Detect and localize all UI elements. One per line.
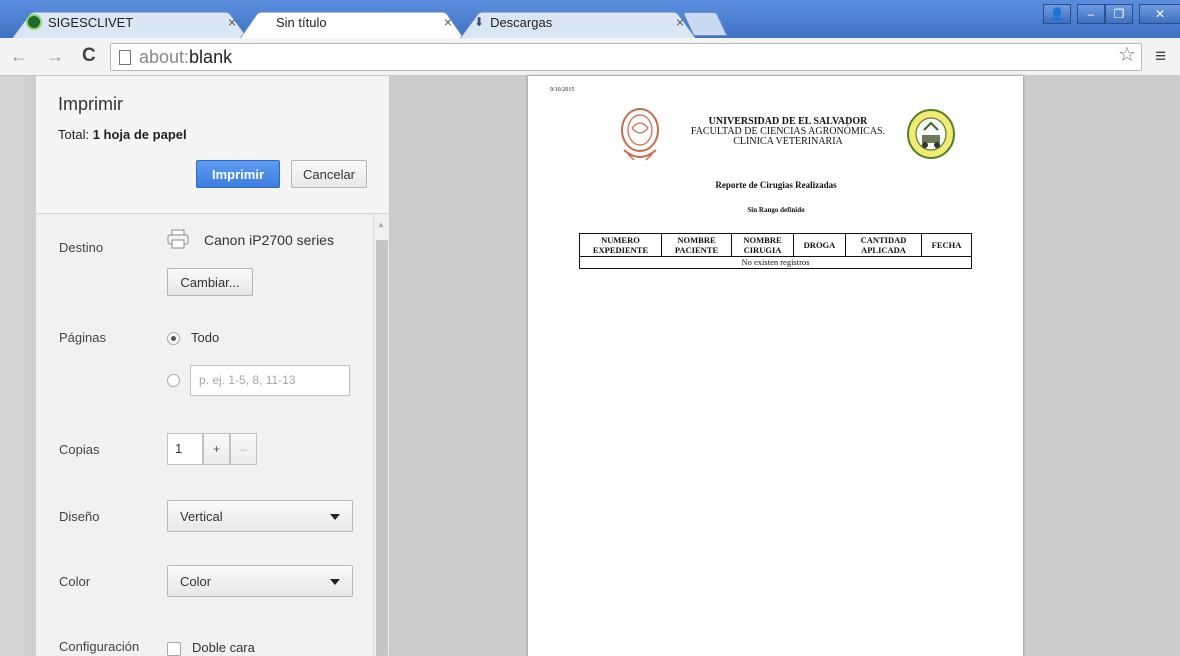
reload-icon[interactable]: C [82,45,96,67]
user-icon[interactable]: 👤 [1043,4,1071,24]
url-text: about:blank [139,47,233,67]
forward-arrow-icon[interactable]: → [46,46,64,67]
copies-increment-button[interactable]: + [203,433,230,465]
layout-select[interactable]: Vertical [167,500,353,532]
close-tab-icon[interactable]: × [444,14,452,30]
print-button[interactable]: Imprimir [196,160,280,188]
pages-all-radio[interactable] [167,332,180,345]
minimize-button[interactable]: – [1077,4,1105,24]
back-arrow-icon[interactable]: ← [10,46,28,67]
options-label: Configuración [59,639,140,654]
preview-page: 9/10/2015 UNIVERSIDAD DE EL SALVADOR FAC… [528,76,1023,656]
destination-label: Destino [59,240,104,255]
col-droga: DROGA [793,233,846,257]
download-icon: ⬇ [474,15,485,29]
tab-label: SIGESCLIVET [48,14,134,30]
duplex-label: Doble cara [192,640,255,655]
empty-message: No existen registros [579,256,972,269]
print-date: 9/10/2015 [550,87,575,93]
faculty-seal-icon [907,109,955,159]
menu-icon[interactable]: ≡ [1155,46,1166,68]
close-tab-icon[interactable]: × [676,14,684,30]
tab-label: Descargas [490,14,553,30]
university-seal-icon [621,108,659,161]
copies-decrement-button[interactable]: – [230,433,257,465]
sheet-total: Total: 1 hoja de papel [58,127,187,142]
table-row: No existen registros [579,256,972,269]
maximize-button[interactable]: ❐ [1105,4,1133,24]
bookmark-star-icon[interactable]: ☆ [1118,42,1136,67]
tab-descargas[interactable]: ⬇ Descargas × [460,6,696,38]
cancel-button[interactable]: Cancelar [291,160,367,188]
left-frame-edge [0,76,24,656]
printer-icon [167,229,189,249]
sidebar-scrollbar[interactable]: ▲ [373,214,389,656]
col-cantidad-aplicada: CANTIDAD APLICADA [845,233,922,257]
duplex-checkbox[interactable] [167,642,181,656]
pages-range-input[interactable]: p. ej. 1-5, 8, 11-13 [190,365,350,396]
copies-label: Copias [59,442,100,457]
tab-sin-titulo[interactable]: Sin título × [240,6,464,38]
header-clinic: CLINICA VETERINARIA [733,136,843,147]
printer-name: Canon iP2700 series [204,232,334,248]
col-nombre-cirugia: NOMBRE CIRUGIA [731,233,794,257]
col-fecha: FECHA [921,233,972,257]
color-label: Color [59,574,91,589]
scroll-up-icon[interactable]: ▲ [377,220,385,229]
page-icon [119,50,131,65]
print-settings-sidebar: Imprimir Total: 1 hoja de papel Imprimir… [36,76,390,656]
address-bar[interactable]: about:blank [110,43,1142,71]
pages-label: Páginas [59,330,106,345]
chevron-down-icon [330,579,340,585]
browser-toolbar: ← → C about:blank ☆ ≡ [0,38,1180,76]
tab-label: Sin título [276,14,327,30]
pages-all-label: Todo [191,330,220,345]
layout-label: Diseño [59,509,100,524]
pages-range-radio[interactable] [167,374,180,387]
scrollbar-thumb[interactable] [376,240,388,656]
close-tab-icon[interactable]: × [228,14,236,30]
chevron-down-icon [330,514,340,520]
close-window-button[interactable]: ✕ [1139,4,1180,24]
site-favicon-icon [26,14,42,30]
report-subtitle: Sin Rango definido [747,206,805,214]
report-title: Reporte de Cirugias Realizadas [715,180,837,190]
copies-input[interactable]: 1 [167,433,203,465]
change-destination-button[interactable]: Cambiar... [167,268,253,296]
dialog-title: Imprimir [58,94,123,114]
col-nombre-paciente: NOMBRE PACIENTE [661,233,732,257]
col-numero-expediente: NUMERO EXPEDIENTE [579,233,662,257]
table-header-row: NUMERO EXPEDIENTE NOMBRE PACIENTE NOMBRE CI… [579,233,972,257]
window-controls: 👤 – ❐ ✕ [1043,4,1180,24]
color-select[interactable]: Color [167,565,353,597]
report-table: NUMERO EXPEDIENTE NOMBRE PACIENTE NOMBRE CI… [579,233,972,269]
sidebar-header: Imprimir Total: 1 hoja de papel Imprimir… [36,76,389,214]
tab-sigesclivet[interactable]: SIGESCLIVET × [12,6,248,38]
copies-stepper: 1 + – [167,433,257,465]
